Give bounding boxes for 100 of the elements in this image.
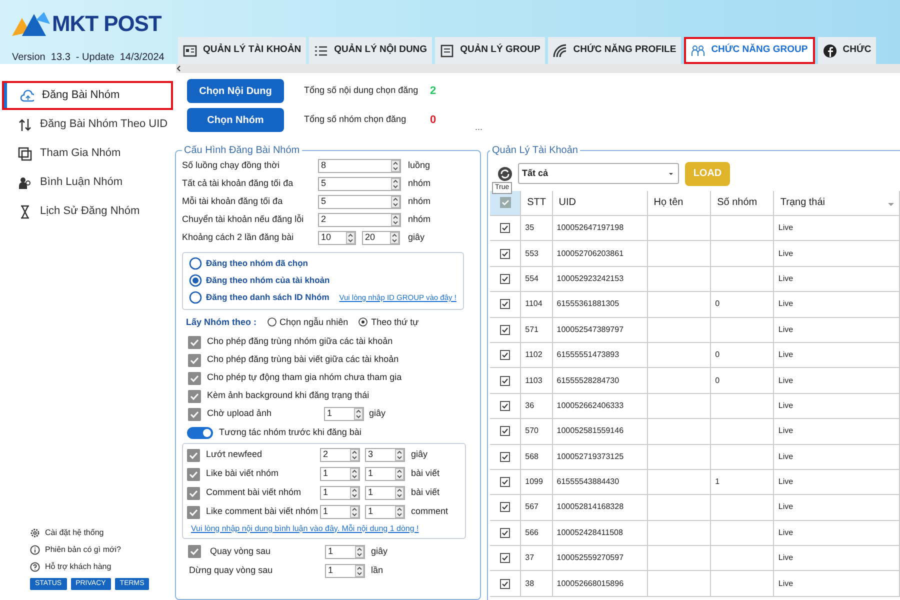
spin-field[interactable]: 1: [324, 407, 364, 421]
checkbox[interactable]: [500, 197, 511, 208]
spinner-icon[interactable]: [391, 178, 400, 190]
checkbox[interactable]: [500, 452, 510, 462]
radio-label: Đăng theo nhóm của tài khoản: [206, 274, 330, 287]
sidebar-item[interactable]: Đăng Bài Nhóm Theo UID: [2, 110, 173, 139]
checkbox[interactable]: [500, 578, 510, 589]
spin-field[interactable]: 5: [318, 194, 401, 208]
table-cell: 61555528284730: [556, 376, 620, 385]
checkbox[interactable]: [188, 354, 201, 366]
nav-tab[interactable]: CHỨC: [818, 37, 876, 64]
spinner-icon[interactable]: [395, 468, 404, 480]
sidebar-item[interactable]: Lịch Sử Đăng Nhóm: [2, 197, 173, 226]
select-button[interactable]: Chọn Nội Dung: [187, 79, 284, 103]
table-cell: 570: [525, 426, 538, 436]
checkbox-label: Quay vòng sau: [210, 544, 272, 558]
spin-field[interactable]: 1: [320, 486, 360, 500]
spin-field[interactable]: 2: [320, 448, 360, 462]
footer-link[interactable]: Hỗ trợ khách hàng: [45, 561, 112, 573]
nav-tab[interactable]: QUẢN LÝ TÀI KHOẢN: [178, 37, 306, 64]
nav-tab[interactable]: QUẢN LÝ GROUP: [435, 37, 546, 64]
checkbox-label: Like bài viết nhóm: [206, 467, 280, 480]
checkbox[interactable]: [500, 324, 510, 335]
spinner-icon[interactable]: [350, 506, 359, 518]
column-header[interactable]: Số nhóm: [710, 190, 774, 216]
footer-link[interactable]: Cài đặt hệ thống: [45, 527, 104, 539]
spin-field[interactable]: 10: [318, 230, 356, 244]
select-button[interactable]: Chọn Nhóm: [187, 108, 284, 132]
sidebar-item[interactable]: Tham Gia Nhóm: [2, 139, 173, 168]
radio-button[interactable]: [266, 317, 277, 328]
radio-button[interactable]: [189, 291, 202, 304]
unit-label: comment: [411, 505, 448, 518]
column-header[interactable]: UID: [552, 190, 648, 216]
checkbox[interactable]: [187, 506, 200, 518]
comment-link[interactable]: Vui lòng nhập nội dung bình luận vào đây. Mỗi nội dung 1 dòng !: [191, 522, 419, 534]
spin-field[interactable]: 20: [362, 230, 400, 244]
spin-field[interactable]: 2: [318, 212, 401, 226]
radio-button[interactable]: [358, 317, 368, 328]
checkbox[interactable]: [500, 477, 510, 488]
sidebar-item[interactable]: Đăng Bài Nhóm: [2, 81, 173, 110]
checkbox[interactable]: [500, 274, 510, 284]
checkbox[interactable]: [187, 448, 200, 462]
footer-link[interactable]: Phiên bản có gì mới?: [45, 544, 121, 556]
nav-tab[interactable]: CHỨC NĂNG GROUP: [684, 37, 815, 64]
spin-field[interactable]: 1: [365, 467, 405, 481]
nav-tab[interactable]: CHỨC NĂNG PROFILE: [548, 37, 682, 64]
spin-field[interactable]: 1: [320, 505, 360, 519]
table-cell: 1103: [525, 376, 542, 385]
spin-field[interactable]: 1: [325, 564, 365, 578]
spinner-icon[interactable]: [395, 506, 404, 518]
checkbox[interactable]: [187, 468, 200, 480]
checkbox[interactable]: [500, 376, 510, 386]
checkbox[interactable]: [500, 528, 510, 538]
spinner-icon[interactable]: [355, 546, 364, 558]
checkbox[interactable]: [188, 545, 201, 558]
table-cell: 100052668015896: [556, 578, 624, 588]
checkbox[interactable]: [500, 350, 510, 360]
spin-field[interactable]: 8: [318, 158, 401, 172]
spinner-icon[interactable]: [391, 160, 400, 172]
checkbox[interactable]: [500, 502, 510, 512]
nav-tab[interactable]: QUẢN LÝ NỘI DUNG: [309, 37, 432, 64]
spinner-icon[interactable]: [391, 214, 400, 226]
checkbox[interactable]: [500, 248, 510, 259]
checkbox[interactable]: [500, 400, 510, 411]
scroll-left-icon[interactable]: [176, 64, 182, 73]
spinner-icon[interactable]: [346, 232, 355, 244]
spinner-icon[interactable]: [350, 468, 359, 480]
spinner-icon[interactable]: [354, 408, 363, 420]
spinner-icon[interactable]: [395, 449, 404, 461]
refresh-icon[interactable]: [498, 166, 512, 180]
spinner-icon[interactable]: [350, 449, 359, 461]
checkbox[interactable]: [500, 553, 510, 564]
checkbox[interactable]: [500, 223, 510, 234]
spin-field[interactable]: 3: [365, 448, 405, 462]
checkbox[interactable]: [500, 426, 510, 436]
toggle-switch[interactable]: [187, 426, 213, 439]
spinner-icon[interactable]: [390, 232, 399, 244]
spinner-icon[interactable]: [391, 196, 400, 208]
column-header[interactable]: Họ tên: [647, 190, 711, 216]
spinner-icon[interactable]: [355, 564, 364, 576]
spin-field[interactable]: 5: [318, 176, 401, 190]
checkbox[interactable]: [188, 336, 201, 348]
checkbox[interactable]: [187, 486, 200, 500]
checkbox[interactable]: [188, 390, 201, 402]
column-header[interactable]: Trạng thái: [774, 190, 900, 216]
sort-caret-icon[interactable]: [887, 200, 895, 206]
spin-field[interactable]: 1: [365, 486, 405, 500]
radio-button[interactable]: [189, 257, 202, 270]
filter-dropdown[interactable]: Tất cả: [518, 163, 679, 184]
checkbox[interactable]: [500, 299, 510, 310]
sidebar-item[interactable]: Bình Luận Nhóm: [2, 168, 173, 197]
radio-button[interactable]: [189, 274, 202, 287]
spin-field[interactable]: 1: [320, 467, 360, 481]
checkbox[interactable]: [188, 372, 201, 384]
spin-field[interactable]: 1: [325, 544, 365, 558]
checkbox[interactable]: [188, 408, 201, 420]
spin-field[interactable]: 1: [365, 505, 405, 519]
spinner-icon[interactable]: [395, 487, 404, 499]
column-header[interactable]: STT: [520, 190, 552, 216]
spinner-icon[interactable]: [350, 487, 359, 499]
